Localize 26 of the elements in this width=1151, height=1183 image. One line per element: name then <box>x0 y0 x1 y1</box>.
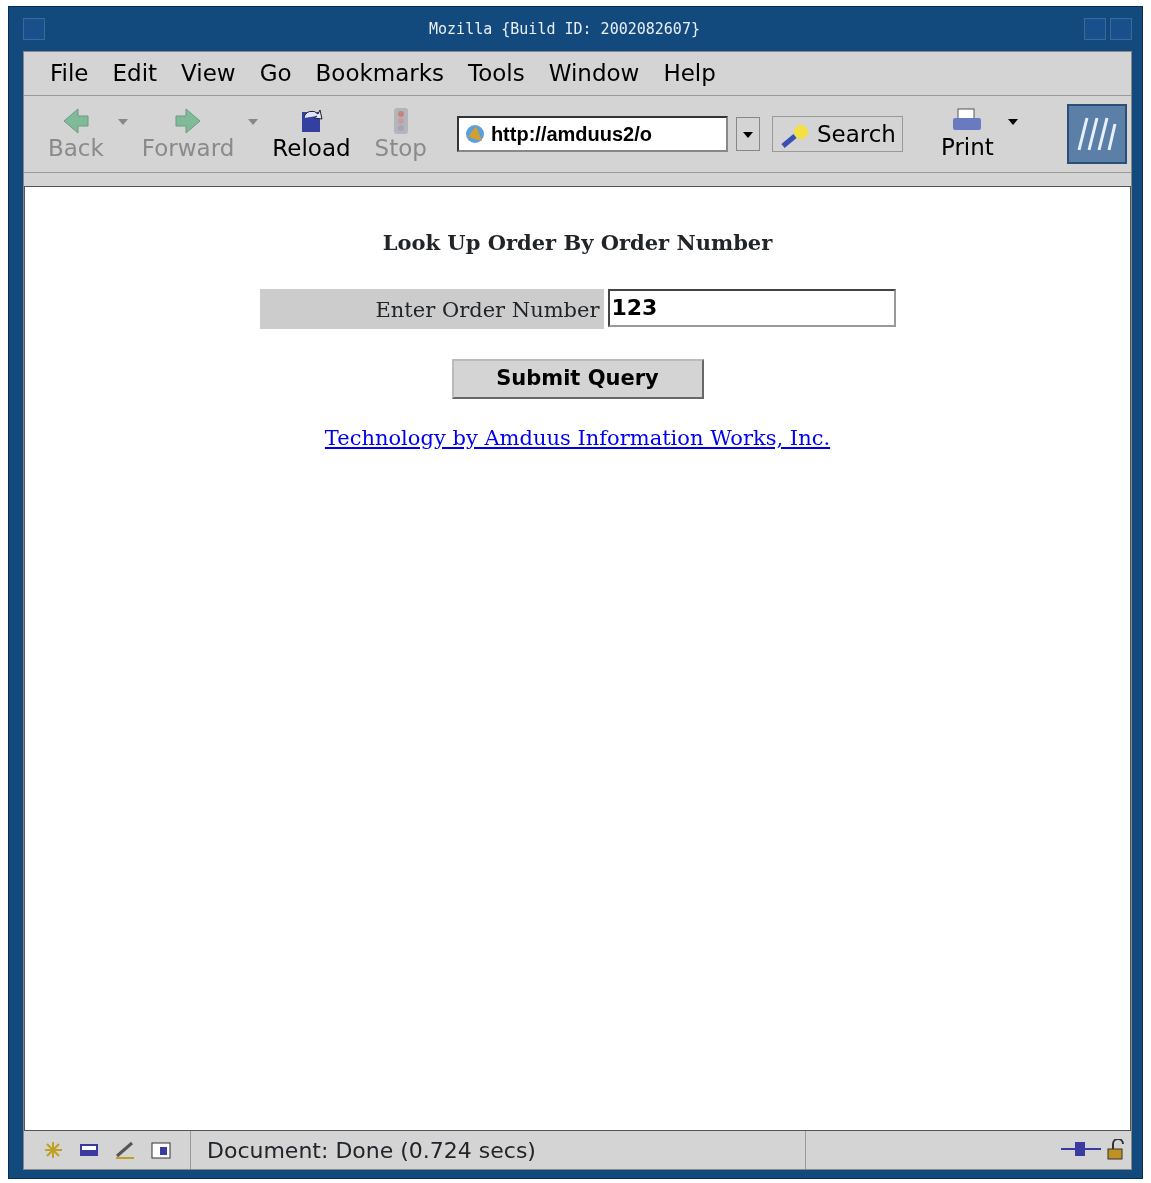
credit-link[interactable]: Technology by Amduus Information Works, Inc. <box>324 422 831 454</box>
menu-item[interactable]: Bookmarks <box>303 56 457 91</box>
page-heading: Look Up Order By Order Number <box>382 229 773 257</box>
padlock-icon[interactable] <box>1105 1139 1127 1161</box>
print-button[interactable]: Print <box>930 107 1004 161</box>
mozilla-logo-icon[interactable] <box>1067 104 1127 164</box>
submit-button[interactable]: Submit Query <box>451 358 704 399</box>
menu-item[interactable]: File <box>38 56 101 91</box>
globe-icon <box>463 123 486 145</box>
menu-item[interactable]: Go <box>247 56 304 91</box>
field-label: Enter Order Number <box>259 288 604 329</box>
window-title: Mozilla {Build ID: 2002082607} <box>429 18 700 40</box>
order-number-field[interactable]: 123 <box>607 288 896 327</box>
pen-icon[interactable] <box>114 1140 136 1160</box>
reload-button[interactable]: Reload <box>262 106 361 162</box>
status-text: Document: Done (0.724 secs) <box>207 1136 536 1165</box>
menu-item[interactable]: Help <box>651 56 728 91</box>
menu-item[interactable]: Edit <box>100 56 170 91</box>
caret-icon <box>742 131 753 138</box>
address-field[interactable]: http://amduus2/o <box>456 116 728 152</box>
menu-item[interactable]: Tools <box>456 56 537 91</box>
menu-item[interactable]: Window <box>536 56 652 91</box>
dropdown-button[interactable] <box>735 117 760 151</box>
address-card-icon[interactable] <box>150 1140 172 1160</box>
search-button[interactable]: Search <box>771 116 903 152</box>
menu-item[interactable]: View <box>169 56 248 91</box>
